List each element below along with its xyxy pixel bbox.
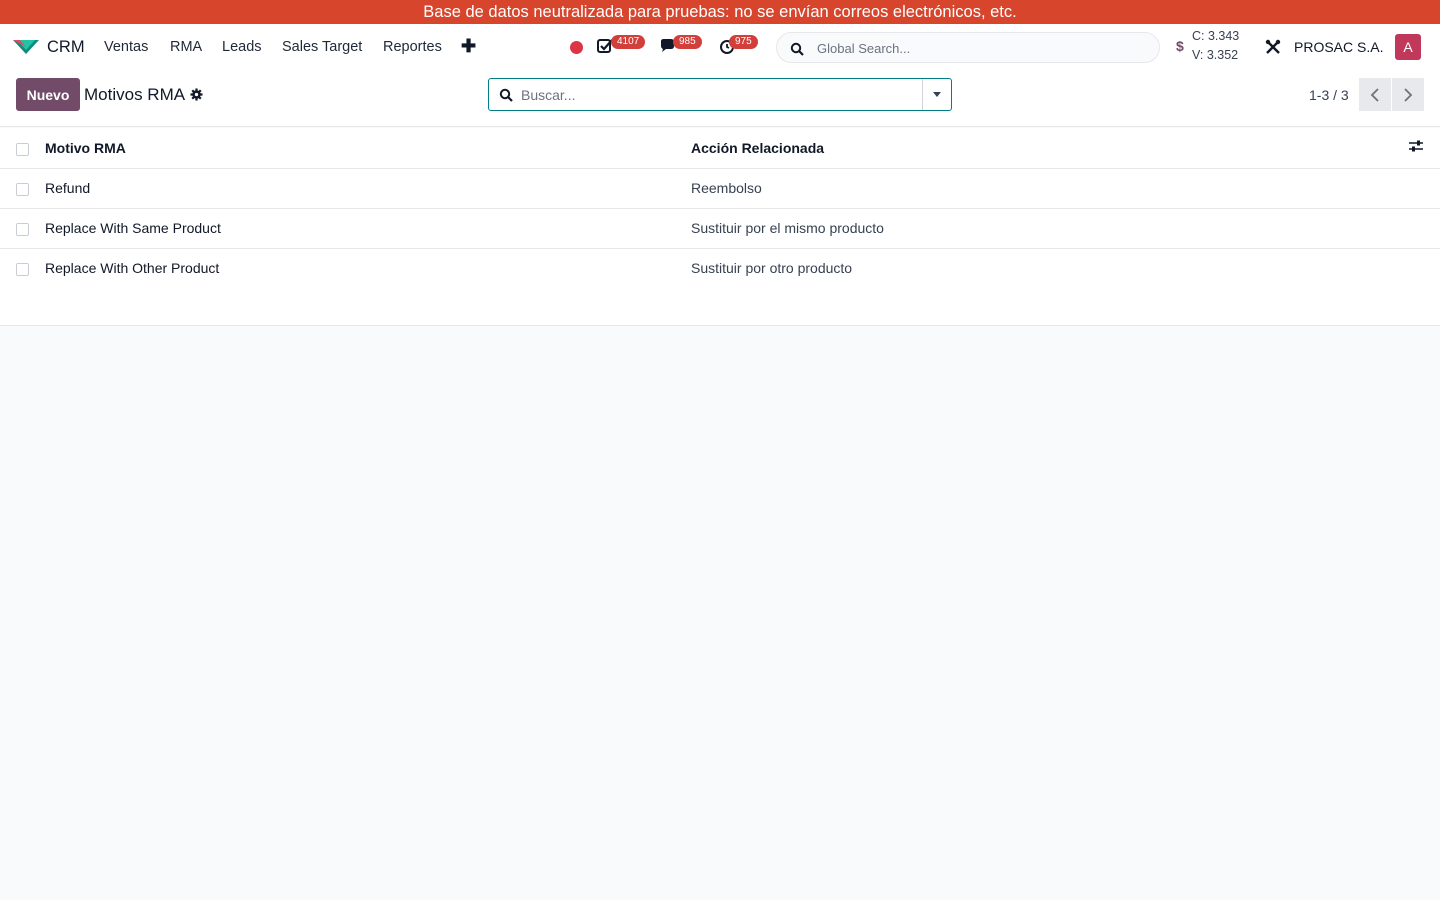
tools-icon[interactable] [1264, 38, 1282, 56]
optional-columns-cell [1408, 128, 1440, 169]
menu-leads[interactable]: Leads [222, 39, 262, 55]
user-avatar[interactable]: A [1395, 34, 1421, 60]
pager-value[interactable]: 1-3 / 3 [1309, 87, 1349, 103]
table-header-row: Motivo RMA Acción Relacionada [0, 128, 1440, 169]
select-all-checkbox[interactable] [16, 142, 29, 156]
menu-rma[interactable]: RMA [170, 39, 202, 55]
reason-cell[interactable]: Replace With Same Product [45, 208, 691, 249]
table-row[interactable]: Replace With Same Product Sustituir por … [0, 208, 1440, 249]
search-icon [790, 42, 804, 56]
rma-reasons-table: Motivo RMA Acción Relacionada Refund Ree… [0, 128, 1440, 289]
action-cell[interactable]: Sustituir por otro producto [691, 248, 1408, 289]
search-icon [499, 88, 513, 102]
column-header-reason[interactable]: Motivo RMA [45, 128, 691, 169]
search-input[interactable] [521, 85, 911, 105]
page-title: Motivos RMA [84, 85, 186, 104]
caret-down-icon [933, 92, 941, 97]
pager-previous-button[interactable] [1359, 78, 1391, 111]
menu-reportes[interactable]: Reportes [383, 39, 442, 55]
control-panel: Nuevo Motivos RMA 1-3 / 3 [0, 70, 1440, 127]
plus-icon[interactable]: ✚ [461, 36, 476, 57]
dollar-icon: $ [1176, 38, 1184, 54]
action-cell[interactable]: Reembolso [691, 168, 1408, 209]
main-navbar: CRM Ventas RMA Leads Sales Target Report… [0, 24, 1440, 70]
row-checkbox[interactable] [16, 222, 29, 236]
company-switcher[interactable]: PROSAC S.A. [1294, 39, 1383, 55]
global-search-box [776, 32, 1160, 63]
empty-cell [1408, 208, 1440, 249]
buy-rate: C: 3.343 [1192, 29, 1240, 43]
chevron-right-icon [1404, 88, 1413, 102]
sell-rate: V: 3.352 [1192, 48, 1239, 62]
activities-count-badge: 4107 [611, 35, 646, 49]
menu-ventas[interactable]: Ventas [104, 39, 148, 55]
select-all-cell [0, 128, 45, 169]
empty-cell [1408, 248, 1440, 289]
reason-cell[interactable]: Refund [45, 168, 691, 209]
odoo-crm-logo-icon[interactable] [12, 38, 40, 56]
column-header-action[interactable]: Acción Relacionada [691, 128, 1408, 169]
chevron-left-icon [1370, 88, 1379, 102]
new-button[interactable]: Nuevo [16, 78, 80, 111]
sliders-icon[interactable] [1408, 139, 1424, 153]
pager-next-button[interactable] [1392, 78, 1424, 111]
row-select-cell [0, 168, 45, 209]
menu-sales-target[interactable]: Sales Target [282, 39, 362, 55]
search-box [488, 78, 952, 111]
recording-indicator-icon[interactable] [570, 41, 583, 54]
row-checkbox[interactable] [16, 182, 29, 196]
row-select-cell [0, 248, 45, 289]
table-footer [0, 288, 1440, 326]
row-select-cell [0, 208, 45, 249]
table-row[interactable]: Replace With Other Product Sustituir por… [0, 248, 1440, 289]
search-options-toggle[interactable] [922, 79, 951, 110]
reason-cell[interactable]: Replace With Other Product [45, 248, 691, 289]
app-name[interactable]: CRM [47, 38, 85, 57]
timer-count-badge: 975 [729, 35, 758, 49]
test-database-banner: Base de datos neutralizada para pruebas:… [0, 0, 1440, 24]
action-cell[interactable]: Sustituir por el mismo producto [691, 208, 1408, 249]
row-checkbox[interactable] [16, 262, 29, 276]
empty-cell [1408, 168, 1440, 209]
global-search-input[interactable] [817, 38, 1137, 58]
messages-count-badge: 985 [673, 35, 702, 49]
gear-icon[interactable] [190, 88, 203, 101]
table-row[interactable]: Refund Reembolso [0, 168, 1440, 209]
